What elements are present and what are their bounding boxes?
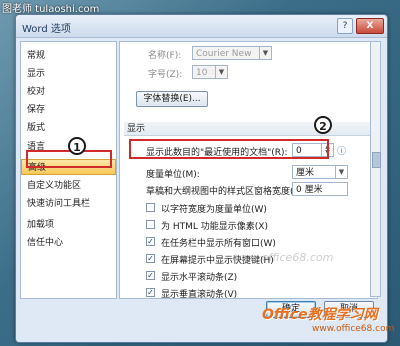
annotation-badge-1: 1 [68,137,86,155]
checkbox-horizontal-scrollbar[interactable]: ✓ [146,271,155,280]
faint-watermark: www.office68.com [232,251,334,264]
option-label: 显示水平滚动条(Z) [161,273,238,283]
watermark-bottom-url: www.office68.com [312,324,395,334]
option-label: 显示垂直滚动条(V) [161,290,238,299]
option-label: 在任务栏中显示所有窗口(W) [161,239,276,249]
nav-item-quick-access-toolbar[interactable]: 快速访问工具栏 [21,196,116,212]
style-width-value: 0 厘米 [296,185,323,195]
checkbox-taskbar-windows[interactable]: ✓ [146,237,155,246]
font-name-value: Courier New [196,49,252,59]
scrollbar-thumb[interactable] [372,152,381,168]
font-name-label: 名称(F): [148,51,182,61]
font-name-dropdown[interactable]: Courier New ▼ [192,46,272,60]
chevron-down-icon: ▼ [259,47,271,59]
close-button[interactable]: X [356,18,384,34]
nav-item-layout[interactable]: 版式 [21,120,116,136]
font-replace-button[interactable]: 字体替换(E)... [136,91,208,107]
watermark-top: 图老师 tulaoshi.com [2,4,100,15]
title-bar: Word 选项 ? X [16,15,387,38]
style-width-label: 草稿和大纲视图中的样式区窗格宽度(E): [146,187,306,197]
nav-item-general[interactable]: 常规 [21,48,116,64]
checkbox-html-pixels[interactable] [146,220,155,229]
annotation-box-recent-docs [129,139,329,159]
checkbox-char-width-units[interactable] [146,203,155,212]
vertical-scrollbar[interactable] [370,41,381,297]
font-size-label: 字号(Z): [148,70,183,80]
checkbox-screentip-shortcuts[interactable]: ✓ [146,254,155,263]
nav-item-customize-ribbon[interactable]: 自定义功能区 [21,178,116,194]
style-width-input[interactable]: 0 厘米 [292,182,348,196]
info-icon: ⓘ [337,147,347,157]
annotation-badge-2: 2 [314,116,332,134]
unit-value: 厘米 [296,168,315,178]
chevron-down-icon: ▼ [215,66,227,78]
nav-item-trust-center[interactable]: 信任中心 [21,235,116,251]
help-button[interactable]: ? [337,18,353,34]
annotation-box-advanced [26,150,112,168]
nav-item-display[interactable]: 显示 [21,66,116,82]
nav-item-addins[interactable]: 加载项 [21,217,116,233]
options-nav: 常规 显示 校对 保存 版式 语言 高级 自定义功能区 快速访问工具栏 加载项 … [20,41,117,299]
unit-label: 度量单位(M): [146,170,200,180]
watermark-bottom-logo: Office教程学习网 [262,307,378,323]
nav-item-proofing[interactable]: 校对 [21,84,116,100]
option-label: 为 HTML 功能显示像素(X) [161,222,268,232]
unit-dropdown[interactable]: 厘米 ▼ [292,165,348,179]
window-title: Word 选项 [22,24,71,35]
chevron-down-icon: ▼ [335,166,347,178]
font-size-dropdown[interactable]: 10 ▼ [192,65,228,79]
nav-item-save[interactable]: 保存 [21,102,116,118]
option-label: 以字符宽度为度量单位(W) [161,205,267,215]
checkbox-vertical-scrollbar[interactable]: ✓ [146,288,155,297]
display-section-header: 显示 [124,122,372,136]
word-options-dialog: Word 选项 ? X 常规 显示 校对 保存 版式 语言 高级 自定义功能区 … [15,14,388,343]
font-size-value: 10 [196,68,208,78]
